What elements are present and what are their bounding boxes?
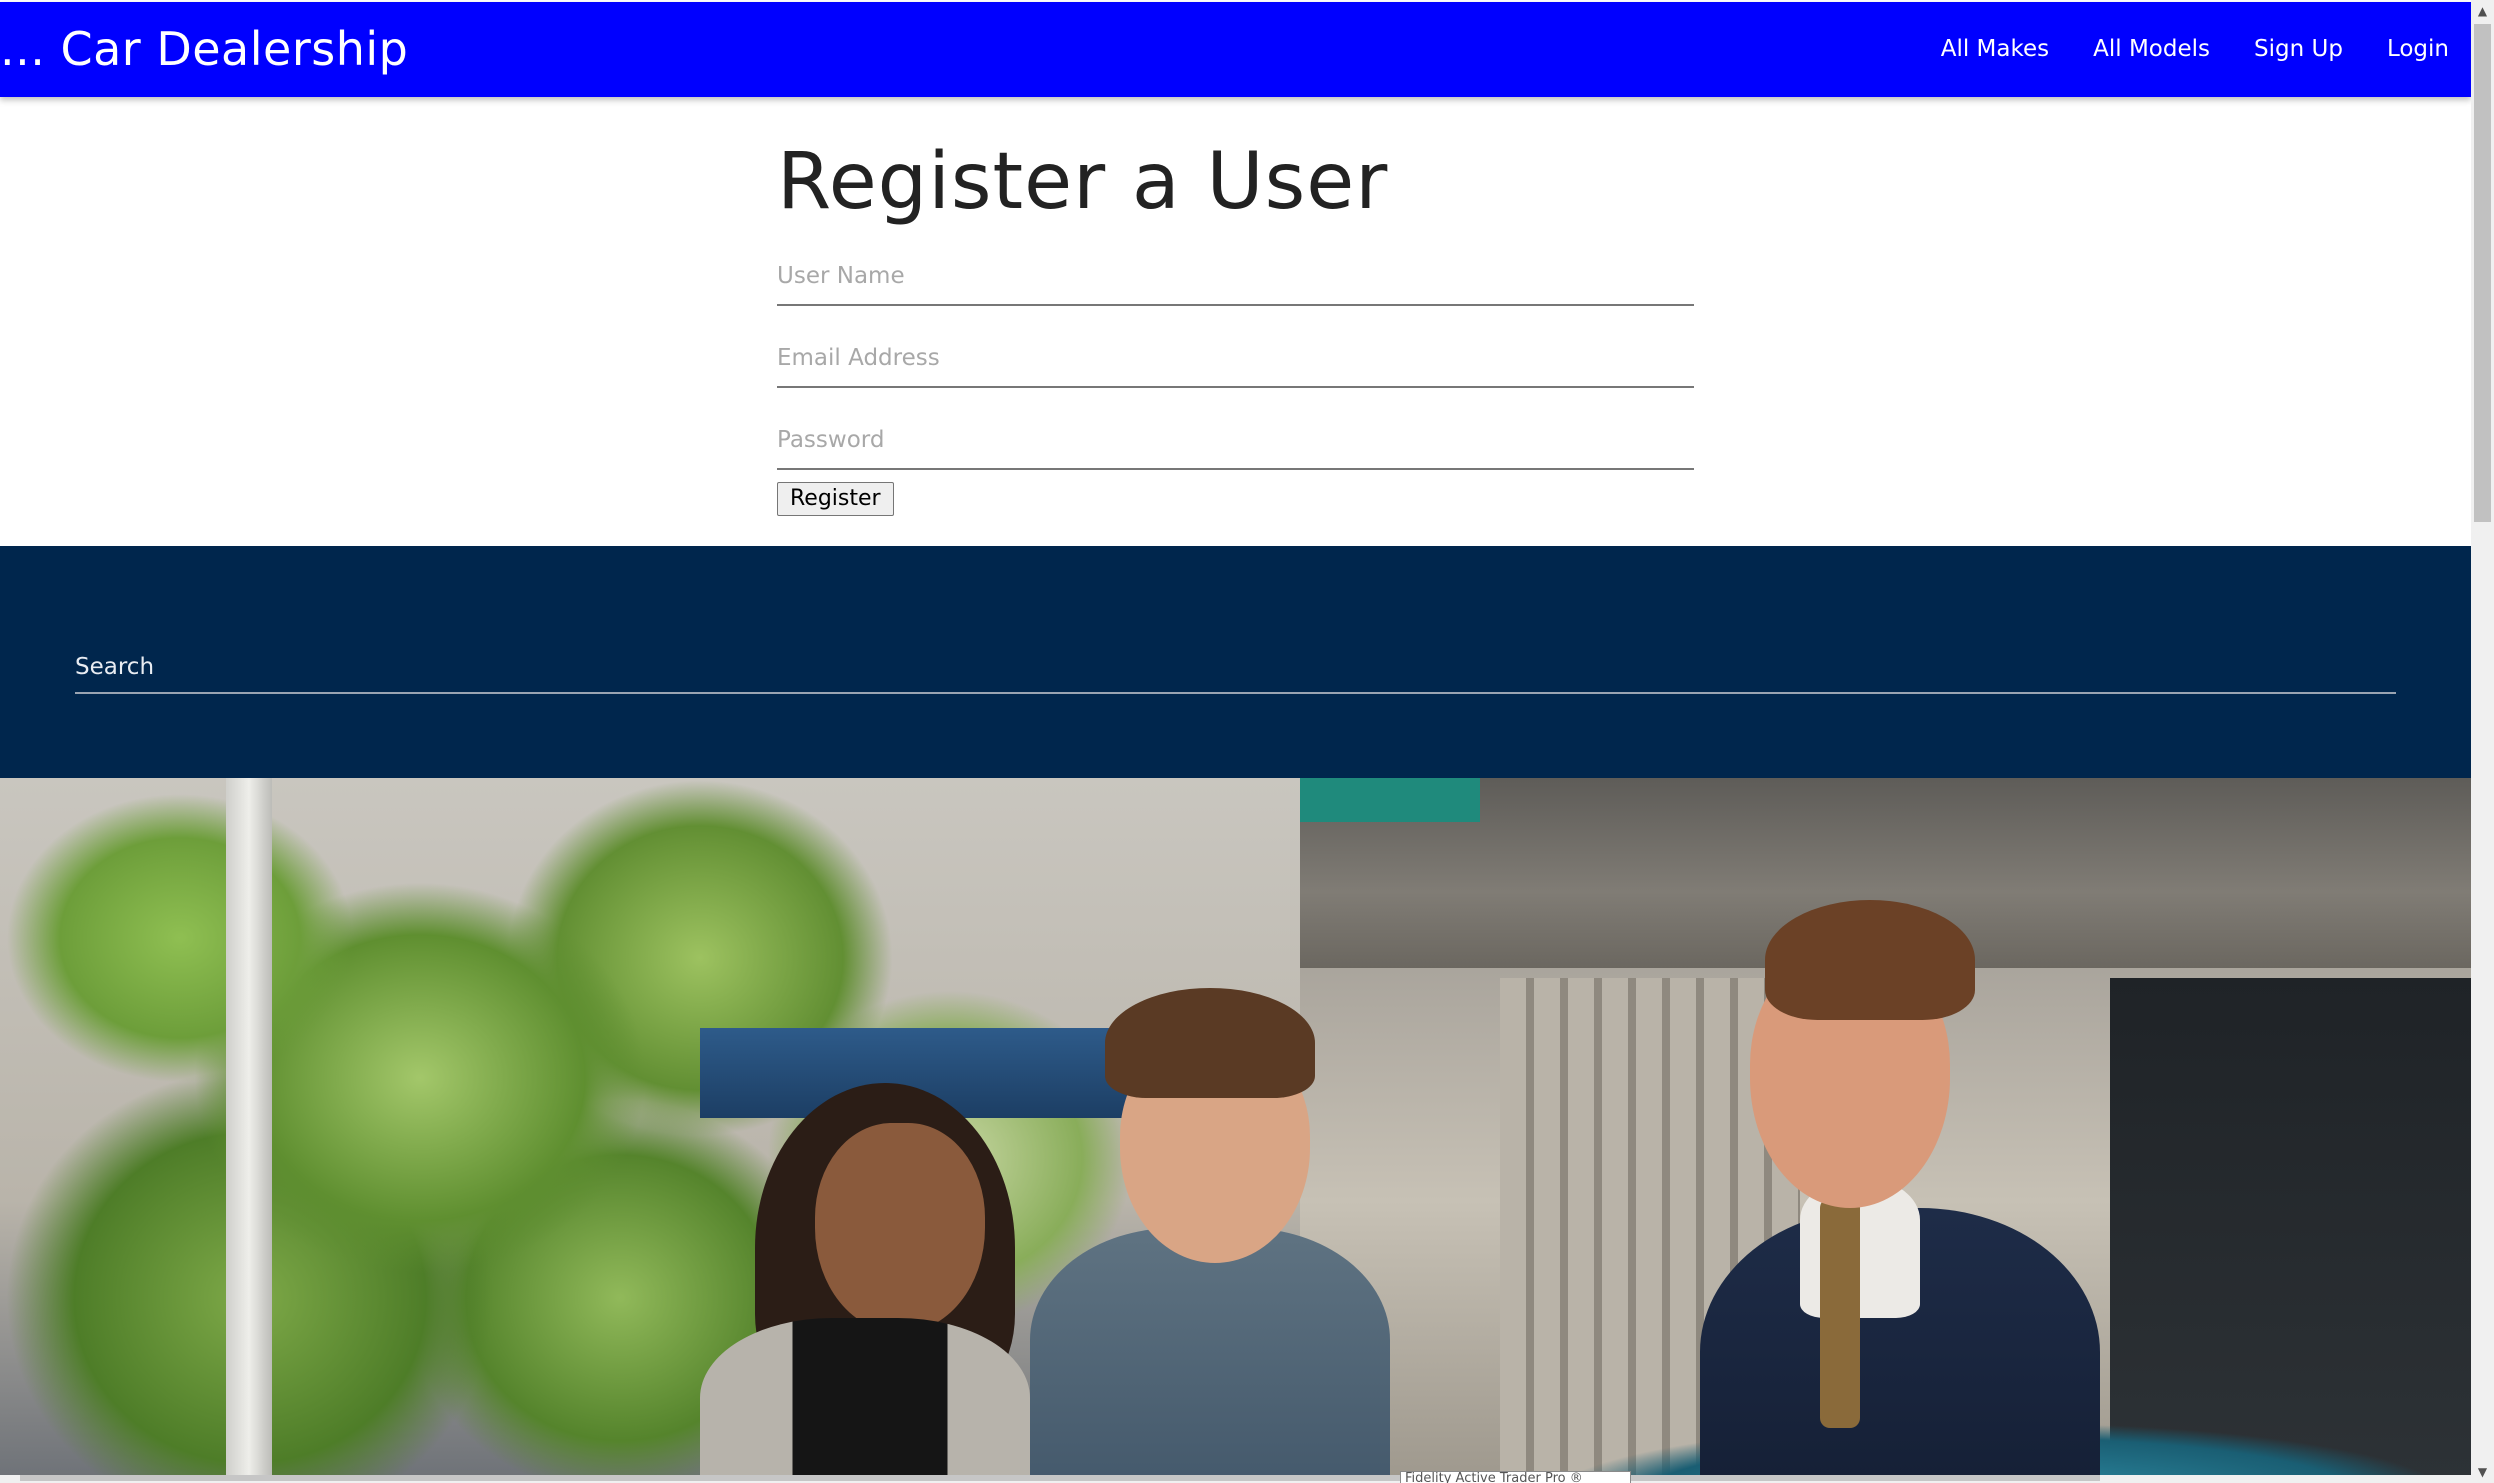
light-pole [226,778,272,1483]
horizontal-scroll-thumb[interactable] [20,1475,2100,1481]
nav-link-all-models[interactable]: All Models [2093,36,2210,62]
scroll-down-icon[interactable]: ▼ [2471,1461,2494,1483]
customer-hair [1105,988,1315,1098]
nav-link-sign-up[interactable]: Sign Up [2254,36,2343,62]
horizontal-scrollbar[interactable] [0,1475,2471,1483]
brand-title[interactable]: ... Car Dealership [0,22,408,76]
register-form: Register a User Register [777,137,1694,516]
username-field[interactable] [777,247,1694,306]
woman-body [700,1318,1030,1483]
nav-link-login[interactable]: Login [2387,36,2449,62]
email-field[interactable] [777,329,1694,388]
search-band [0,546,2471,778]
page-title: Register a User [777,137,1389,227]
salesman-hair [1765,900,1975,1020]
page: ... Car Dealership All Makes All Models … [0,0,2494,1483]
vertical-scrollbar[interactable]: ▲ ▼ [2471,0,2494,1483]
canopy-trim [1300,778,1480,822]
customer-body [1030,1228,1390,1483]
search-input[interactable] [75,642,2396,694]
password-field[interactable] [777,411,1694,470]
scroll-up-icon[interactable]: ▲ [2471,0,2494,22]
nav-links: All Makes All Models Sign Up Login [1941,36,2449,62]
taskbar-tooltip: Fidelity Active Trader Pro ® [1400,1471,1631,1483]
woman-face [815,1123,985,1333]
nav-link-all-makes[interactable]: All Makes [1941,36,2049,62]
vertical-scroll-thumb[interactable] [2474,24,2491,522]
salesman-tie [1820,1198,1860,1428]
register-button[interactable]: Register [777,481,894,516]
hero-image [0,778,2471,1483]
page-content: ... Car Dealership All Makes All Models … [0,0,2471,1483]
top-navbar: ... Car Dealership All Makes All Models … [0,2,2471,97]
